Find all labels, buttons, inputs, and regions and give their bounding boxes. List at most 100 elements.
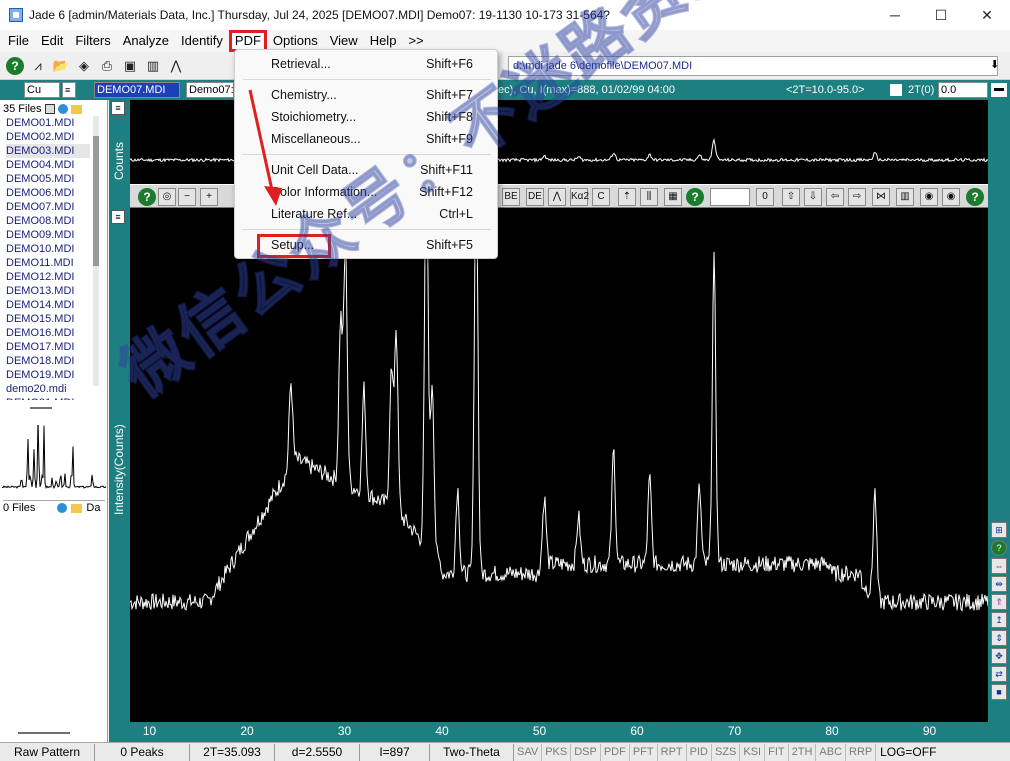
save-icon[interactable]: ▣ — [119, 55, 141, 77]
pattern-icon[interactable]: ⩘ — [27, 55, 49, 77]
twotheta-checkbox[interactable] — [890, 84, 902, 96]
edit-icon[interactable]: ◈ — [73, 55, 95, 77]
status-button-2th[interactable]: 2TH — [789, 743, 817, 761]
globe-icon[interactable] — [57, 104, 68, 114]
splitter-handle[interactable] — [30, 407, 52, 409]
minimize-button[interactable]: ─ — [872, 0, 918, 30]
status-button-abc[interactable]: ABC — [816, 743, 847, 761]
menu-identify[interactable]: Identify — [175, 30, 229, 52]
status-button-rrp[interactable]: RRP — [846, 743, 877, 761]
file-list-item[interactable]: DEMO06.MDI — [6, 186, 90, 200]
file-list-item[interactable]: DEMO02.MDI — [6, 130, 90, 144]
file-list-item[interactable]: DEMO13.MDI — [6, 284, 90, 298]
status-button-fit[interactable]: FIT — [765, 743, 789, 761]
status-log[interactable]: LOG=OFF — [876, 744, 940, 761]
menu-filters[interactable]: Filters — [69, 30, 116, 52]
shrink-horizontal-icon[interactable]: ⇹ — [991, 576, 1007, 592]
file-list-item[interactable]: DEMO03.MDI — [6, 144, 90, 158]
scroll-up-icon[interactable]: ↥ — [991, 612, 1007, 628]
menu-file[interactable]: File — [2, 30, 35, 52]
help-icon[interactable]: ? — [138, 188, 156, 206]
expand-horizontal-icon[interactable]: ⇔ — [991, 558, 1007, 574]
file-list-item[interactable]: DEMO21.MDI — [6, 396, 90, 400]
globe-icon-2[interactable] — [57, 503, 68, 513]
menu-analyze[interactable]: Analyze — [117, 30, 175, 52]
file-list-item[interactable]: DEMO04.MDI — [6, 158, 90, 172]
down-icon[interactable]: ⇩ — [804, 188, 822, 206]
c-button[interactable]: C — [592, 188, 610, 206]
status-button-dsp[interactable]: DSP — [571, 743, 601, 761]
bars-icon[interactable]: ⫼ — [640, 188, 658, 206]
help-icon-2[interactable]: ? — [686, 188, 704, 206]
plus-icon[interactable]: + — [200, 188, 218, 206]
folder-icon[interactable] — [70, 104, 82, 114]
file-list-item[interactable]: demo20.mdi — [6, 382, 90, 396]
status-button-pks[interactable]: PKS — [542, 743, 572, 761]
file-list-item[interactable]: DEMO05.MDI — [6, 172, 90, 186]
stop-icon[interactable]: ■ — [991, 684, 1007, 700]
right-icon[interactable]: ⇨ — [848, 188, 866, 206]
help-icon[interactable]: ? — [6, 56, 24, 75]
bar-chart-icon[interactable]: ▥ — [142, 55, 164, 77]
status-button-sav[interactable]: SAV — [514, 743, 543, 761]
file-list-item[interactable]: DEMO07.MDI — [6, 200, 90, 214]
de-button[interactable]: DE — [526, 188, 544, 206]
top-pane-marker[interactable]: ≡ — [111, 101, 125, 115]
scroll-updown-icon[interactable]: ⇕ — [991, 630, 1007, 646]
file-list-item[interactable]: DEMO12.MDI — [6, 270, 90, 284]
file-list-item[interactable]: DEMO19.MDI — [6, 368, 90, 382]
scroll-leftright-icon[interactable]: ⇄ — [991, 666, 1007, 682]
file-list-item[interactable]: DEMO18.MDI — [6, 354, 90, 368]
expand-up-icon[interactable]: ⇑ — [991, 594, 1007, 610]
minus-icon[interactable]: − — [178, 188, 196, 206]
file-list-item[interactable]: DEMO09.MDI — [6, 228, 90, 242]
help-icon-3[interactable]: ? — [966, 188, 984, 206]
target2-icon[interactable]: ◉ — [942, 188, 960, 206]
left-icon[interactable]: ⇦ — [826, 188, 844, 206]
maximize-button[interactable]: ☐ — [918, 0, 964, 30]
list-icon[interactable]: ≡ — [62, 82, 76, 98]
view-icon[interactable] — [44, 104, 55, 114]
file-list-item[interactable]: DEMO10.MDI — [6, 242, 90, 256]
circle-icon[interactable]: ◎ — [158, 188, 176, 206]
merge-icon[interactable]: ⋈ — [872, 188, 890, 206]
status-button-pft[interactable]: PFT — [630, 743, 658, 761]
spin-field[interactable]: 0 — [756, 188, 774, 206]
file-list-scrollbar[interactable] — [93, 116, 99, 386]
arrow-peak-icon[interactable]: ⇡ — [618, 188, 636, 206]
ka2-button[interactable]: Kα2 — [570, 188, 589, 206]
zoom-icon[interactable]: ⊞ — [991, 522, 1007, 538]
file-list-item[interactable]: DEMO14.MDI — [6, 298, 90, 312]
anode-select[interactable]: Cu — [24, 82, 60, 98]
step-input[interactable] — [710, 188, 750, 206]
path-dropdown-icon[interactable]: ⬇ — [990, 58, 999, 71]
move-all-icon[interactable]: ✥ — [991, 648, 1007, 664]
status-button-rpt[interactable]: RPT — [658, 743, 687, 761]
help-round-icon[interactable]: ? — [991, 540, 1007, 556]
peak-shape-icon[interactable]: ⋀ — [548, 188, 566, 206]
be-button[interactable]: BE — [502, 188, 520, 206]
twotheta-input[interactable]: 0.0 — [938, 82, 988, 98]
print-icon[interactable]: ⎙ — [96, 55, 118, 77]
open-file-icon[interactable]: 📂 — [50, 55, 72, 77]
bars2-icon[interactable]: ▥ — [896, 188, 914, 206]
file-list-item[interactable]: DEMO11.MDI — [6, 256, 90, 270]
folder-icon-2[interactable] — [71, 503, 83, 513]
file-list-item[interactable]: DEMO17.MDI — [6, 340, 90, 354]
file-list-item[interactable]: DEMO08.MDI — [6, 214, 90, 228]
status-axis[interactable]: Two-Theta — [430, 743, 514, 761]
target-icon[interactable]: ◉ — [920, 188, 938, 206]
menu-edit[interactable]: Edit — [35, 30, 69, 52]
file-select[interactable]: DEMO07.MDI — [94, 82, 180, 98]
file-list-item[interactable]: DEMO16.MDI — [6, 326, 90, 340]
file-list-item[interactable]: DEMO15.MDI — [6, 312, 90, 326]
splitter-handle-2[interactable] — [18, 732, 70, 734]
peak-icon[interactable]: ⋀ — [165, 55, 187, 77]
close-button[interactable]: ✕ — [964, 0, 1010, 30]
menu-item-retrieval[interactable]: Retrieval... Shift+F6 — [235, 53, 497, 75]
file-list-item[interactable]: DEMO01.MDI — [6, 116, 90, 130]
status-button-pid[interactable]: PID — [687, 743, 712, 761]
grid-icon[interactable]: ▦ — [664, 188, 682, 206]
up-icon[interactable]: ⇧ — [782, 188, 800, 206]
thumbnail-pattern[interactable] — [2, 425, 106, 493]
